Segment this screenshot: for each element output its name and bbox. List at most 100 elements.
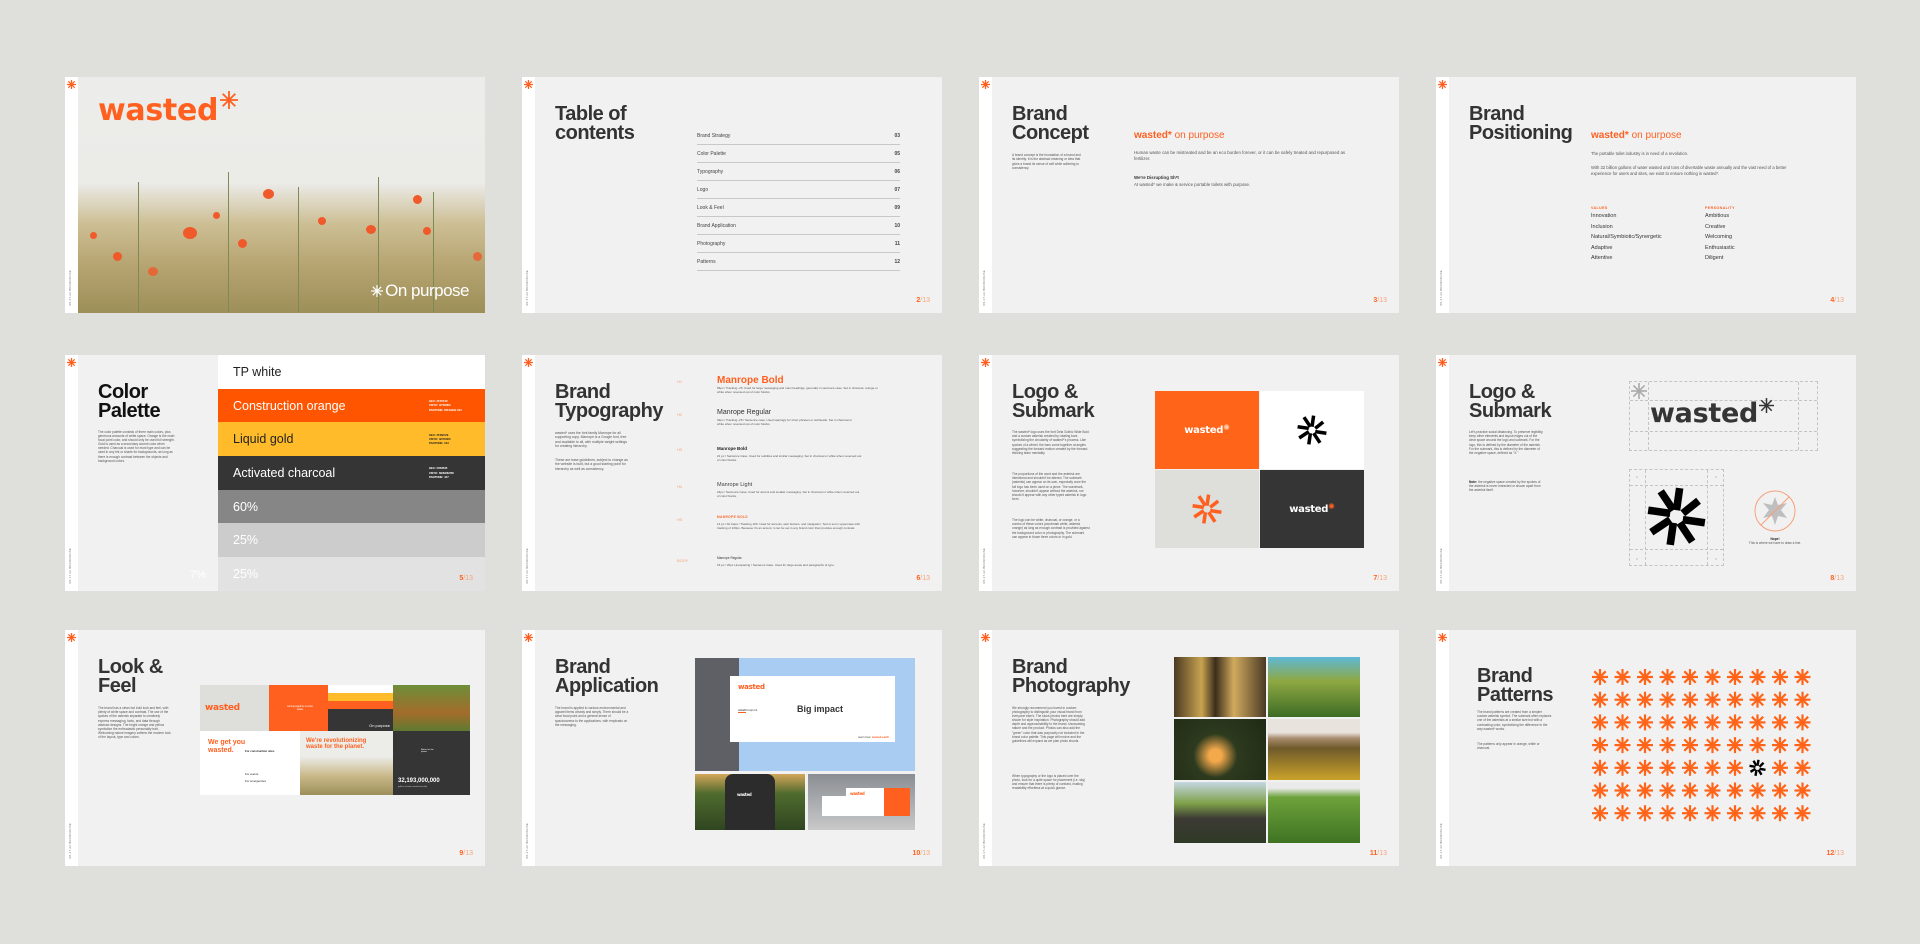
- slide-brand-typography[interactable]: 08-17-22 BRANDOUSE Brand Typography waste…: [522, 355, 942, 591]
- asterisk-icon: [1682, 691, 1698, 708]
- asterisk-icon: [1659, 691, 1676, 708]
- logo-on-orange: wasted ✺: [1155, 391, 1259, 469]
- slide-brand-positioning[interactable]: 08-17-22 BRANDOUSE Brand Positioning wast…: [1436, 77, 1856, 313]
- type-sample-body: Manrope Regular 15 px / 20px Linespacing…: [717, 556, 835, 567]
- footer-date: 08-17-22 BRANDOUSE: [68, 547, 72, 583]
- concept-body-2: At wasted* we make & service portable to…: [1134, 182, 1251, 187]
- asterisk-icon: [981, 358, 990, 367]
- slide-title: Look & Feel: [98, 656, 163, 697]
- farmer-photo: [1174, 782, 1266, 843]
- asterisk-icon: [1631, 383, 1647, 399]
- intro-text: The brand has a clean but bold look and …: [98, 706, 171, 740]
- swatch-liquid-gold: Liquid gold HEX: #FFBF29 CMYK: 0/27/90/0 PA…: [218, 422, 485, 457]
- forest-photo: [1174, 657, 1266, 717]
- page-number: 3/13: [1373, 297, 1387, 304]
- asterisk-icon: [1659, 782, 1676, 799]
- pattern-text-2: The patterns only appear in orange, whit…: [1477, 742, 1540, 751]
- submark-icon: [1192, 494, 1222, 524]
- slide-look-feel[interactable]: 08-17-22 BRANDOUSE Look & Feel The brand …: [65, 630, 485, 866]
- slide-table-of-contents[interactable]: 08-17-22 BRANDOUSE Table of contents Bran…: [522, 77, 942, 313]
- swatch-activated-charcoal: Activated charcoal HEX: #353535 CMYK: 69/6…: [218, 456, 485, 490]
- level-tag: BODY: [677, 558, 689, 563]
- submark-icon: [1647, 487, 1706, 546]
- page-number: 12/13: [1826, 850, 1844, 857]
- toc-item[interactable]: Look & Feel 09: [697, 199, 900, 217]
- headline: wasted* on purpose: [1591, 130, 1682, 141]
- asterisk-icon: [1682, 737, 1698, 754]
- toc-list: Brand Strategy 03 Color Palette 05 Typogra…: [697, 127, 900, 271]
- submark-on-grey: [1155, 470, 1259, 548]
- cover-tagline: On purpose: [371, 281, 469, 301]
- asterisk-icon: [1794, 782, 1811, 799]
- asterisk-icon: [1659, 714, 1676, 731]
- asterisk-icon: [1772, 782, 1788, 799]
- billboard-photo: wasted small footprint Big impact learn …: [695, 658, 915, 771]
- toc-item[interactable]: Color Palette 05: [697, 145, 900, 163]
- asterisk-icon: [1592, 737, 1608, 754]
- asterisk-icon: [1592, 805, 1608, 822]
- asterisk-icon: [1438, 633, 1447, 642]
- headline: wasted* on purpose: [1134, 130, 1225, 141]
- slide-title: Brand Patterns: [1477, 665, 1554, 706]
- asterisk-icon: [1614, 782, 1631, 799]
- footer-date: 08-17-22 BRANDOUSE: [1439, 822, 1443, 858]
- slide-logo-clear-space[interactable]: 08-17-22 BRANDOUSE Logo & Submark Let's p…: [1436, 355, 1856, 591]
- side-rail: 08-17-22 BRANDOUSE: [522, 630, 535, 866]
- footer-date: 08-17-22 BRANDOUSE: [68, 822, 72, 858]
- toc-item[interactable]: Photography 11: [697, 235, 900, 253]
- slide-color-palette[interactable]: 08-17-22 BRANDOUSE Color Palette The colo…: [65, 355, 485, 591]
- page-number: 11/13: [1369, 850, 1387, 857]
- submark-icon: [1297, 415, 1327, 445]
- side-rail: 08-17-22 BRANDOUSE: [979, 77, 992, 313]
- submark-grid: x x x x: [1629, 469, 1724, 566]
- toc-item[interactable]: Typography 06: [697, 163, 900, 181]
- asterisk-icon: [1592, 782, 1608, 799]
- asterisk-icon: [1749, 669, 1766, 685]
- level-tag: H3: [677, 447, 683, 452]
- page-number: 8/13: [1830, 575, 1844, 582]
- vineyard-photo: [1268, 657, 1360, 717]
- toc-item[interactable]: Brand Application 10: [697, 217, 900, 235]
- asterisk-icon: [1614, 805, 1631, 822]
- toc-item[interactable]: Brand Strategy 03: [697, 127, 900, 145]
- level-tag: H4: [677, 484, 683, 489]
- toc-item[interactable]: Logo 07: [697, 181, 900, 199]
- slide-brand-patterns[interactable]: 08-17-22 BRANDOUSE Brand Patterns The bra…: [1436, 630, 1856, 866]
- slide-cover[interactable]: 08-17-22 BRANDOUSE wasted On purpose: [65, 77, 485, 313]
- submark-on-white: [1260, 391, 1364, 469]
- asterisk-icon: [1749, 691, 1766, 708]
- asterisk-icon: [1727, 714, 1743, 731]
- asterisk-icon: [1772, 669, 1788, 685]
- asterisk-icon: [1592, 714, 1608, 731]
- logo-text-2: The proportions of the word and the aste…: [1012, 472, 1087, 502]
- toc-item[interactable]: Patterns 12: [697, 253, 900, 271]
- slide-brand-photography[interactable]: 08-17-22 BRANDOUSE Brand Photography We s…: [979, 630, 1399, 866]
- swatch-name: 25%: [233, 566, 259, 581]
- asterisk-icon: [1637, 759, 1653, 776]
- asterisk-icon: [524, 80, 533, 89]
- slide-brand-concept[interactable]: 08-17-22 BRANDOUSE Brand Concept A brand …: [979, 77, 1399, 313]
- asterisk-icon: [1614, 669, 1631, 685]
- page-number: 10/13: [912, 850, 930, 857]
- asterisk-icon: [1682, 782, 1698, 799]
- asterisk-icon: [1704, 759, 1721, 776]
- asterisk-icon: [1659, 737, 1676, 754]
- asterisk-icon: [1637, 782, 1653, 799]
- field-photo: [1268, 719, 1360, 780]
- side-rail: 08-17-22 BRANDOUSE: [522, 77, 535, 313]
- slide-brand-application[interactable]: 08-17-22 BRANDOUSE Brand Application The …: [522, 630, 942, 866]
- asterisk-icon: [1749, 714, 1766, 731]
- concept-body: Human waste can be mistreated and be an …: [1134, 150, 1346, 161]
- side-rail: 08-17-22 BRANDOUSE: [1436, 77, 1449, 313]
- slide-logo-submark[interactable]: 08-17-22 BRANDOUSE Logo & Submark The was…: [979, 355, 1399, 591]
- asterisk-icon: [220, 91, 239, 109]
- footer-date: 08-17-22 BRANDOUSE: [68, 269, 72, 305]
- footer-date: 08-17-22 BRANDOUSE: [982, 822, 986, 858]
- positioning-body-2: With 32 billion gallons of water wasted …: [1591, 165, 1787, 176]
- side-rail: 08-17-22 BRANDOUSE: [65, 77, 78, 313]
- intro-text: The brand is applied to various environm…: [555, 706, 629, 727]
- slide-title: Brand Photography: [1012, 656, 1130, 697]
- side-rail: 08-17-22 BRANDOUSE: [65, 630, 78, 866]
- tshirt-photo: wasted: [695, 774, 805, 830]
- asterisk-icon: [1794, 805, 1811, 822]
